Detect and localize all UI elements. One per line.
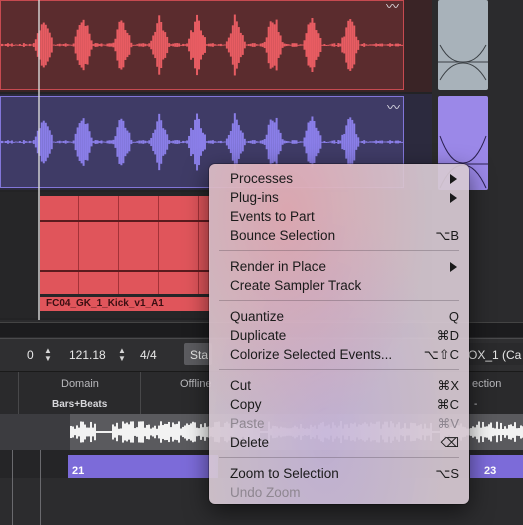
- ruler-range-right[interactable]: [470, 455, 523, 479]
- menu-separator: [219, 457, 459, 458]
- tempo-field[interactable]: 121.18: [69, 348, 106, 362]
- kick-events-group[interactable]: [40, 196, 210, 294]
- menu-item-events-to-part[interactable]: Events to Part: [209, 207, 469, 226]
- menu-item-label: Copy: [230, 397, 262, 412]
- menu-item-label: Quantize: [230, 309, 285, 324]
- menu-separator: [219, 300, 459, 301]
- offline-label: Offline: [180, 378, 212, 390]
- grid-line: [40, 450, 41, 525]
- menu-item-delete[interactable]: Delete ⌫: [209, 433, 469, 452]
- grid-line: [12, 450, 13, 525]
- menu-item-shortcut: ⌘V: [437, 416, 459, 431]
- menu-item-label: Paste: [230, 416, 265, 431]
- midi-note-line: [40, 270, 210, 272]
- menu-item-duplicate[interactable]: Duplicate ⌘D: [209, 326, 469, 345]
- fade-icon: 〰: [386, 0, 400, 14]
- ruler-bar-23: 23: [484, 465, 497, 477]
- midi-note-line: [40, 220, 210, 222]
- menu-item-shortcut: ⌥S: [435, 466, 459, 481]
- menu-item-render-in-place[interactable]: Render in Place: [209, 257, 469, 276]
- menu-item-paste[interactable]: Paste ⌘V: [209, 414, 469, 433]
- menu-item-label: Processes: [230, 171, 294, 186]
- menu-item-label: Duplicate: [230, 328, 287, 343]
- field-value-1[interactable]: 0: [27, 348, 34, 362]
- menu-item-label: Render in Place: [230, 259, 327, 274]
- event-name-bar: FC04_GK_1_Kick_v1_A1: [40, 297, 210, 311]
- menu-item-label: Undo Zoom: [230, 485, 301, 500]
- menu-item-shortcut: ⌥B: [435, 228, 459, 243]
- menu-separator: [219, 250, 459, 251]
- event-divider: [118, 196, 119, 294]
- menu-item-label: Cut: [230, 378, 252, 393]
- menu-item-create-sampler-track[interactable]: Create Sampler Track: [209, 276, 469, 295]
- submenu-arrow-icon: [450, 262, 457, 272]
- event-divider: [198, 196, 199, 294]
- menu-separator: [219, 369, 459, 370]
- menu-item-label: Plug-ins: [230, 190, 279, 205]
- selection-label: ection: [472, 378, 502, 390]
- menu-item-label: Create Sampler Track: [230, 278, 362, 293]
- overview-left-zone: [0, 414, 70, 450]
- menu-item-bounce-selection[interactable]: Bounce Selection ⌥B: [209, 226, 469, 245]
- menu-item-shortcut: ⌘D: [436, 328, 459, 343]
- menu-item-zoom-to-selection[interactable]: Zoom to Selection ⌥S: [209, 464, 469, 483]
- waveform-gray: [438, 44, 488, 81]
- track-name-value: OX_1 (Ca: [468, 348, 522, 362]
- menu-item-processes[interactable]: Processes: [209, 169, 469, 188]
- time-signature[interactable]: 4/4: [140, 348, 157, 362]
- fade-icon: 〰: [387, 100, 401, 115]
- menu-item-label: Delete: [230, 435, 270, 450]
- menu-item-copy[interactable]: Copy ⌘C: [209, 395, 469, 414]
- menu-item-label: Events to Part: [230, 209, 315, 224]
- menu-item-shortcut: ⌥⇧C: [423, 347, 459, 362]
- submenu-arrow-icon: [450, 174, 457, 184]
- event-divider: [78, 196, 79, 294]
- menu-item-label: Colorize Selected Events...: [230, 347, 393, 362]
- menu-item-colorize-selected-events[interactable]: Colorize Selected Events... ⌥⇧C: [209, 345, 469, 364]
- menu-item-cut[interactable]: Cut ⌘X: [209, 376, 469, 395]
- submenu-arrow-icon: [450, 193, 457, 203]
- event-name-label: FC04_GK_1_Kick_v1_A1: [46, 298, 164, 309]
- menu-item-shortcut: ⌘C: [436, 397, 459, 412]
- menu-item-undo-zoom[interactable]: Undo Zoom: [209, 483, 469, 502]
- divider: [140, 372, 141, 414]
- menu-item-label: Zoom to Selection: [230, 466, 339, 481]
- divider: [18, 372, 19, 414]
- domain-value[interactable]: Bars+Beats: [52, 399, 107, 410]
- audio-event-gray[interactable]: [438, 0, 488, 90]
- spinner-updown-icon[interactable]: ▲ ▼: [44, 347, 52, 363]
- menu-item-plug-ins[interactable]: Plug-ins: [209, 188, 469, 207]
- ruler-range-left[interactable]: [68, 455, 218, 479]
- audio-event-red[interactable]: [0, 0, 404, 90]
- menu-item-label: Bounce Selection: [230, 228, 336, 243]
- menu-item-shortcut: ⌫: [440, 435, 459, 450]
- menu-item-shortcut: Q: [448, 309, 459, 324]
- state-button-label: Sta: [190, 348, 209, 362]
- menu-item-shortcut: ⌘X: [437, 378, 459, 393]
- selection-value: -: [474, 399, 478, 410]
- spinner-updown-icon[interactable]: ▲ ▼: [118, 347, 126, 363]
- track-lane-1[interactable]: 〰: [0, 0, 432, 92]
- waveform-red: [1, 14, 403, 76]
- project-cursor[interactable]: [38, 0, 40, 320]
- track-name-field[interactable]: OX_1 (Ca: [466, 343, 523, 365]
- ruler-bar-21: 21: [72, 465, 85, 477]
- context-menu: Processes Plug-ins Events to Part Bounce Se…: [209, 164, 469, 504]
- domain-label: Domain: [61, 378, 99, 390]
- menu-item-quantize[interactable]: Quantize Q: [209, 307, 469, 326]
- event-divider: [158, 196, 159, 294]
